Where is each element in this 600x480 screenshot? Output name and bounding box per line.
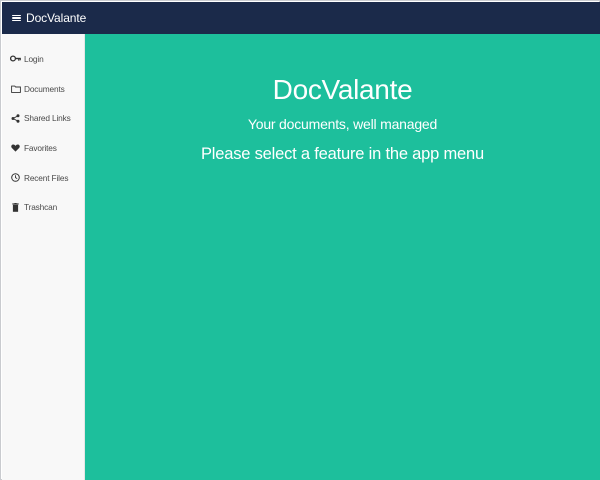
sidebar-item-label: Recent Files — [24, 172, 69, 183]
sidebar-item-trashcan[interactable]: Trashcan — [2, 192, 84, 222]
tagline: Your documents, well managed — [247, 116, 438, 132]
sidebar-item-label: Documents — [24, 83, 65, 94]
sidebar-item-documents[interactable]: Documents — [2, 74, 84, 104]
main-content: DocValante Your documents, well managed … — [85, 34, 600, 480]
folder-icon — [10, 84, 21, 94]
sidebar-item-label: Shared Links — [24, 113, 71, 124]
sidebar: Login Documents Shared Links Favorites R… — [2, 34, 85, 480]
sidebar-item-login[interactable]: Login — [2, 44, 84, 74]
sidebar-item-label: Login — [24, 53, 44, 64]
app-title: DocValante — [26, 11, 87, 25]
sidebar-item-favorites[interactable]: Favorites — [2, 133, 84, 163]
sidebar-item-shared-links[interactable]: Shared Links — [2, 103, 84, 133]
app-menu-button[interactable]: DocValante — [12, 11, 86, 25]
page-title: DocValante — [272, 74, 413, 105]
sidebar-item-recent-files[interactable]: Recent Files — [2, 163, 84, 193]
app-window: DocValante Login Documents Shared Links … — [0, 0, 600, 480]
clock-icon — [10, 173, 21, 183]
share-icon — [10, 113, 21, 123]
sidebar-item-label: Favorites — [24, 142, 57, 153]
top-bar: DocValante — [2, 2, 600, 34]
trash-icon — [10, 202, 21, 212]
key-icon — [10, 54, 21, 64]
sidebar-item-label: Trashcan — [24, 202, 58, 213]
hamburger-icon — [12, 14, 21, 22]
heart-icon — [10, 143, 21, 153]
select-feature-message: Please select a feature in the app menu — [201, 145, 484, 163]
